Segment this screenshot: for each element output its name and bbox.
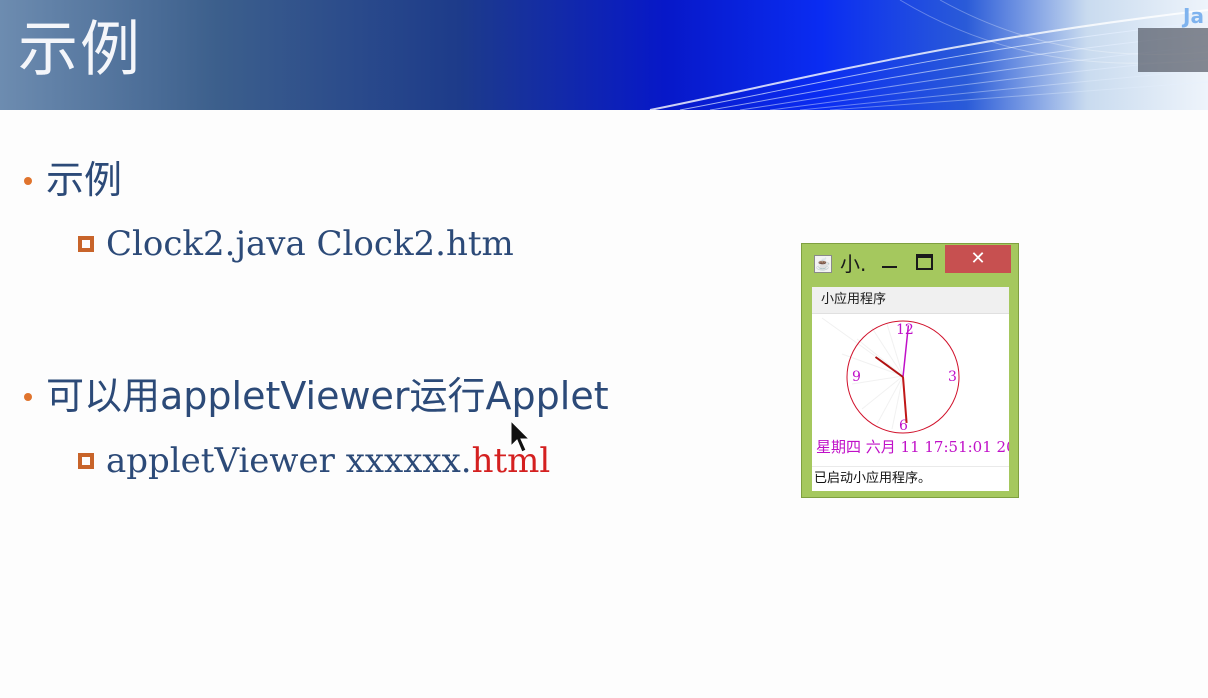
minute-hand [874,356,904,378]
sub-bullet-text: appletViewer xxxxxx.html [106,439,550,483]
java-logo-fragment: Ja [1183,4,1204,28]
minimize-button[interactable] [876,253,906,275]
page-title: 示例 [18,15,142,85]
java-cup-icon: ☕ [814,255,832,273]
command-text: appletViewer xxxxxx. [106,441,472,481]
bullet-dot [24,393,32,401]
numeral-9: 9 [852,369,861,385]
close-button[interactable]: ✕ [945,245,1011,273]
clock-second-trails [821,317,904,430]
window-title: 小. [840,252,867,276]
menu-bar: 小应用程序 [812,287,1009,314]
applet-display-area: 12 3 6 9 星期四 六月 11 17:51:01 2015 [812,314,1009,466]
close-icon: ✕ [970,248,986,269]
status-bar: 已启动小应用程序。 [812,466,1009,491]
sub-bullet-marker [78,453,94,469]
banner-swoosh-graphic [649,0,1208,110]
bullet-text: 示例 [46,158,123,202]
sub-bullet-marker [78,236,94,252]
numeral-3: 3 [948,369,957,385]
bullet-text: 可以用appletViewer运行Applet [46,374,609,418]
date-time-text: 星期四 六月 11 17:51:01 2015 [816,438,1009,456]
maximize-button[interactable] [910,250,940,274]
status-text: 已启动小应用程序。 [814,471,932,486]
hour-hand [902,376,908,423]
bullet-dot [24,177,32,185]
title-banner: 示例 Ja [0,0,1208,110]
sub-bullet-text: Clock2.java Clock2.htm [106,224,514,264]
menu-applet[interactable]: 小应用程序 [821,291,886,309]
applet-viewer-window[interactable]: ☕ 小. ✕ 小应用程序 12 3 6 9 星期四 六月 11 17:51:01… [801,243,1019,498]
mouse-pointer-icon [510,420,531,453]
numeral-12: 12 [896,322,914,338]
